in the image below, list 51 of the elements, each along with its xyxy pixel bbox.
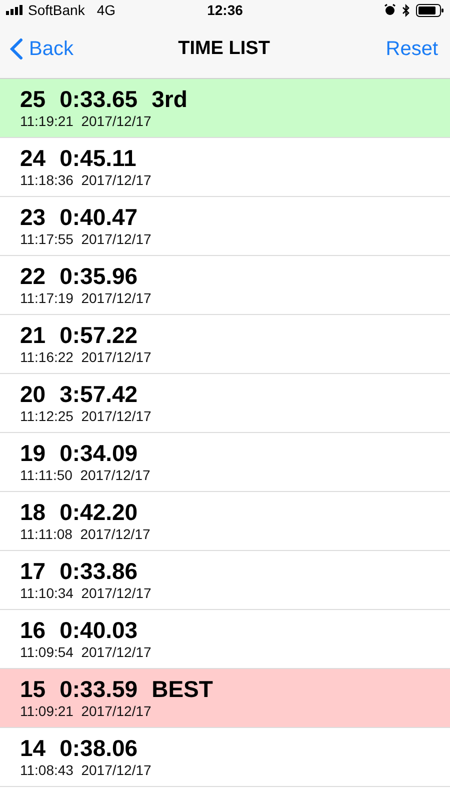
- back-button[interactable]: Back: [10, 38, 153, 60]
- chevron-left-icon: [10, 38, 23, 60]
- lap-timestamp: 11:11:08 2017/12/17: [20, 526, 152, 543]
- lap-number: 14: [20, 735, 46, 762]
- lap-timestamp: 11:17:55 2017/12/17: [20, 231, 152, 248]
- carrier-name: SoftBank: [28, 2, 85, 18]
- lap-number: 21: [20, 322, 46, 349]
- alarm-icon: [384, 4, 396, 16]
- signal-icon: [6, 5, 24, 15]
- lap-timestamp: 11:18:36 2017/12/17: [20, 172, 152, 189]
- lap-time: 0:40.47: [60, 204, 138, 231]
- lap-number: 25: [20, 86, 46, 113]
- lap-time: 0:35.96: [60, 263, 138, 290]
- lap-timestamp: 11:19:21 2017/12/17: [20, 113, 152, 130]
- bluetooth-icon: [402, 4, 410, 16]
- lap-timestamp: 11:11:50 2017/12/17: [20, 467, 152, 484]
- lap-time: 0:42.20: [60, 499, 138, 526]
- lap-number: 23: [20, 204, 46, 231]
- lap-timestamp: 11:08:43 2017/12/17: [20, 762, 152, 779]
- battery-icon: [416, 4, 444, 16]
- lap-number: 16: [20, 617, 46, 644]
- lap-number: 17: [20, 558, 46, 585]
- lap-row[interactable]: 25 0:33.65 3rd 11:19:21 2017/12/17: [0, 79, 450, 138]
- lap-row[interactable]: 15 0:33.59 BEST 11:09:21 2017/12/17: [0, 669, 450, 728]
- lap-time: 0:40.03: [60, 617, 138, 644]
- lap-number: 20: [20, 381, 46, 408]
- lap-timestamp: 11:17:19 2017/12/17: [20, 290, 152, 307]
- lap-time: 0:38.06: [60, 735, 138, 762]
- lap-timestamp: 11:16:22 2017/12/17: [20, 349, 152, 366]
- lap-timestamp: 11:09:21 2017/12/17: [20, 703, 152, 720]
- lap-number: 18: [20, 499, 46, 526]
- lap-time: 0:33.86: [60, 558, 138, 585]
- lap-time: 0:57.22: [60, 322, 138, 349]
- lap-time: 0:34.09: [60, 440, 138, 467]
- network-type: 4G: [96, 2, 116, 18]
- rank-label: 3rd: [152, 86, 188, 113]
- lap-time: 0:33.65: [60, 86, 138, 113]
- lap-number: 24: [20, 145, 46, 172]
- lap-timestamp: 11:09:54 2017/12/17: [20, 644, 152, 661]
- clock-time: 12:36: [207, 2, 243, 18]
- reset-button[interactable]: Reset: [295, 38, 438, 60]
- rank-label: BEST: [152, 676, 213, 703]
- lap-time: 3:57.42: [60, 381, 138, 408]
- lap-timestamp: 11:12:25 2017/12/17: [20, 408, 152, 425]
- lap-time: 0:45.11: [60, 145, 136, 172]
- lap-time: 0:33.59: [60, 676, 138, 703]
- lap-number: 15: [20, 676, 46, 703]
- screen-title: TIME LIST: [177, 38, 271, 60]
- lap-number: 19: [20, 440, 46, 467]
- lap-timestamp: 11:10:34 2017/12/17: [20, 585, 152, 602]
- lap-number: 22: [20, 263, 46, 290]
